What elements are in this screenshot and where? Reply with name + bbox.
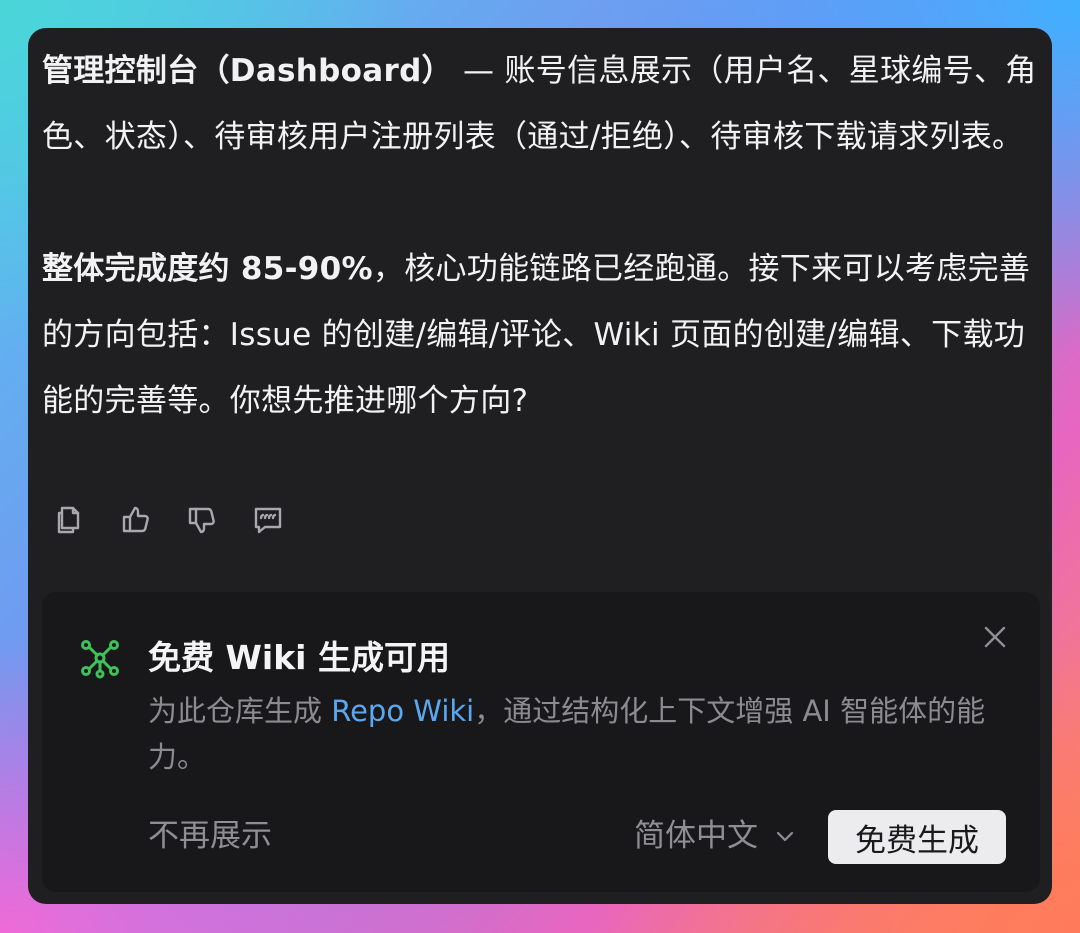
dont-show-again-button[interactable]: 不再展示	[148, 814, 272, 858]
close-icon	[984, 626, 1006, 648]
wiki-banner: 免费 Wiki 生成可用 为此仓库生成 Repo Wiki，通过结构化上下文增强…	[42, 592, 1040, 892]
chat-panel: 管理控制台（Dashboard） — 账号信息展示（用户名、星球编号、角色、状态…	[28, 28, 1052, 904]
message-paragraph: 管理控制台（Dashboard） — 账号信息展示（用户名、星球编号、角色、状态…	[42, 38, 1042, 170]
chevron-down-icon	[776, 831, 794, 842]
assistant-message: 管理控制台（Dashboard） — 账号信息展示（用户名、星球编号、角色、状态…	[42, 38, 1042, 434]
banner-title: 免费 Wiki 生成可用	[148, 638, 450, 677]
thumbs-up-button[interactable]	[118, 502, 154, 538]
message-actions	[52, 500, 286, 540]
message-paragraph: 整体完成度约 85-90%，核心功能链路已经跑通。接下来可以考虑完善的方向包括：…	[42, 236, 1042, 434]
banner-description: 为此仓库生成 Repo Wiki，通过结构化上下文增强 AI 智能体的能力。	[148, 688, 1008, 780]
quote-icon	[254, 507, 282, 534]
language-select-value: 简体中文	[634, 818, 758, 854]
language-select[interactable]: 简体中文	[634, 814, 798, 858]
message-bold-text: 管理控制台（Dashboard）	[42, 53, 453, 89]
thumbs-up-icon	[122, 506, 149, 533]
close-button[interactable]	[978, 620, 1012, 654]
repo-wiki-link[interactable]: Repo Wiki	[331, 694, 474, 728]
thumbs-down-icon	[188, 507, 215, 534]
copy-button[interactable]	[52, 502, 88, 538]
message-bold-text: 整体完成度约 85-90%	[42, 251, 373, 287]
banner-desc-text: 为此仓库生成	[148, 694, 332, 728]
wiki-graph-icon	[81, 640, 119, 679]
free-generate-button[interactable]: 免费生成	[828, 810, 1006, 864]
quote-button[interactable]	[250, 502, 286, 538]
thumbs-down-button[interactable]	[184, 502, 220, 538]
copy-icon	[57, 506, 80, 534]
